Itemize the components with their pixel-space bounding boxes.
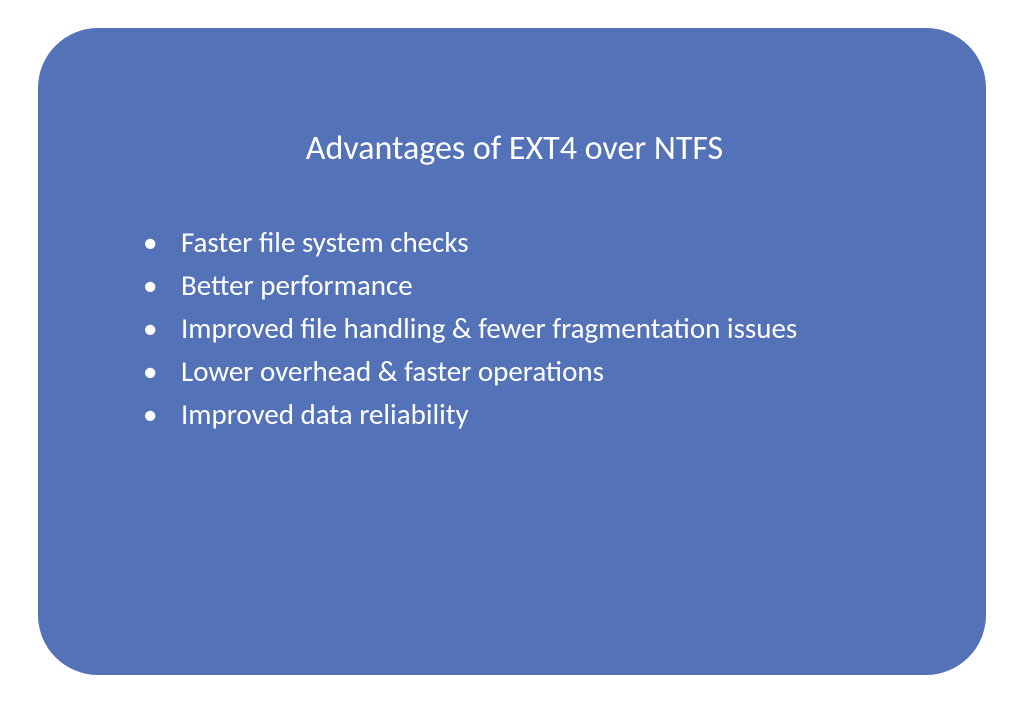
bullet-item: Improved file handling & fewer fragmenta… [143,307,916,350]
bullet-item: Faster file system checks [143,221,916,264]
bullet-item: Lower overhead & faster operations [143,350,916,393]
slide-title: Advantages of EXT4 over NTFS [113,128,916,169]
bullet-item: Better performance [143,264,916,307]
bullet-item: Improved data reliability [143,393,916,436]
slide-card: Advantages of EXT4 over NTFS Faster file… [38,28,986,675]
bullet-list: Faster file system checks Better perform… [113,221,916,436]
